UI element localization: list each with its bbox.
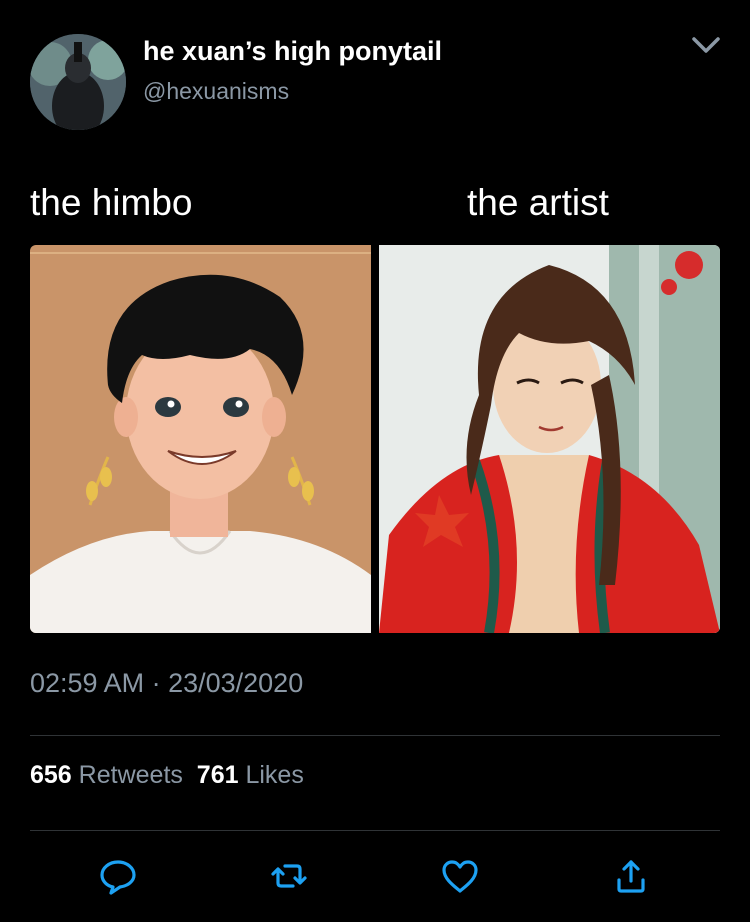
media-image-right[interactable]	[379, 245, 720, 633]
like-count[interactable]: 761	[197, 761, 239, 789]
reply-icon[interactable]	[98, 856, 138, 896]
heart-icon[interactable]	[440, 856, 480, 896]
caption-right: the artist	[467, 182, 609, 223]
tweet-timestamp[interactable]: 02:59 AM · 23/03/2020	[30, 668, 303, 699]
likes-label[interactable]: Likes	[245, 761, 303, 789]
illustration-artist	[379, 245, 720, 633]
engagement-stats: 656 Retweets 761 Likes	[30, 761, 304, 790]
media-image-left[interactable]	[30, 245, 371, 633]
author-name[interactable]: he xuan’s high ponytail	[143, 36, 442, 67]
divider-top	[30, 735, 720, 736]
share-icon[interactable]	[611, 856, 651, 896]
retweet-icon[interactable]	[269, 856, 309, 896]
caption-left: the himbo	[30, 182, 193, 223]
divider-bottom	[30, 830, 720, 831]
retweet-count[interactable]: 656	[30, 761, 72, 789]
author-handle[interactable]: @hexuanisms	[143, 78, 289, 105]
chevron-down-icon[interactable]	[688, 30, 724, 60]
illustration-himbo	[30, 245, 371, 633]
retweets-label[interactable]: Retweets	[79, 761, 183, 789]
avatar[interactable]	[30, 34, 126, 130]
avatar-image	[30, 34, 126, 130]
